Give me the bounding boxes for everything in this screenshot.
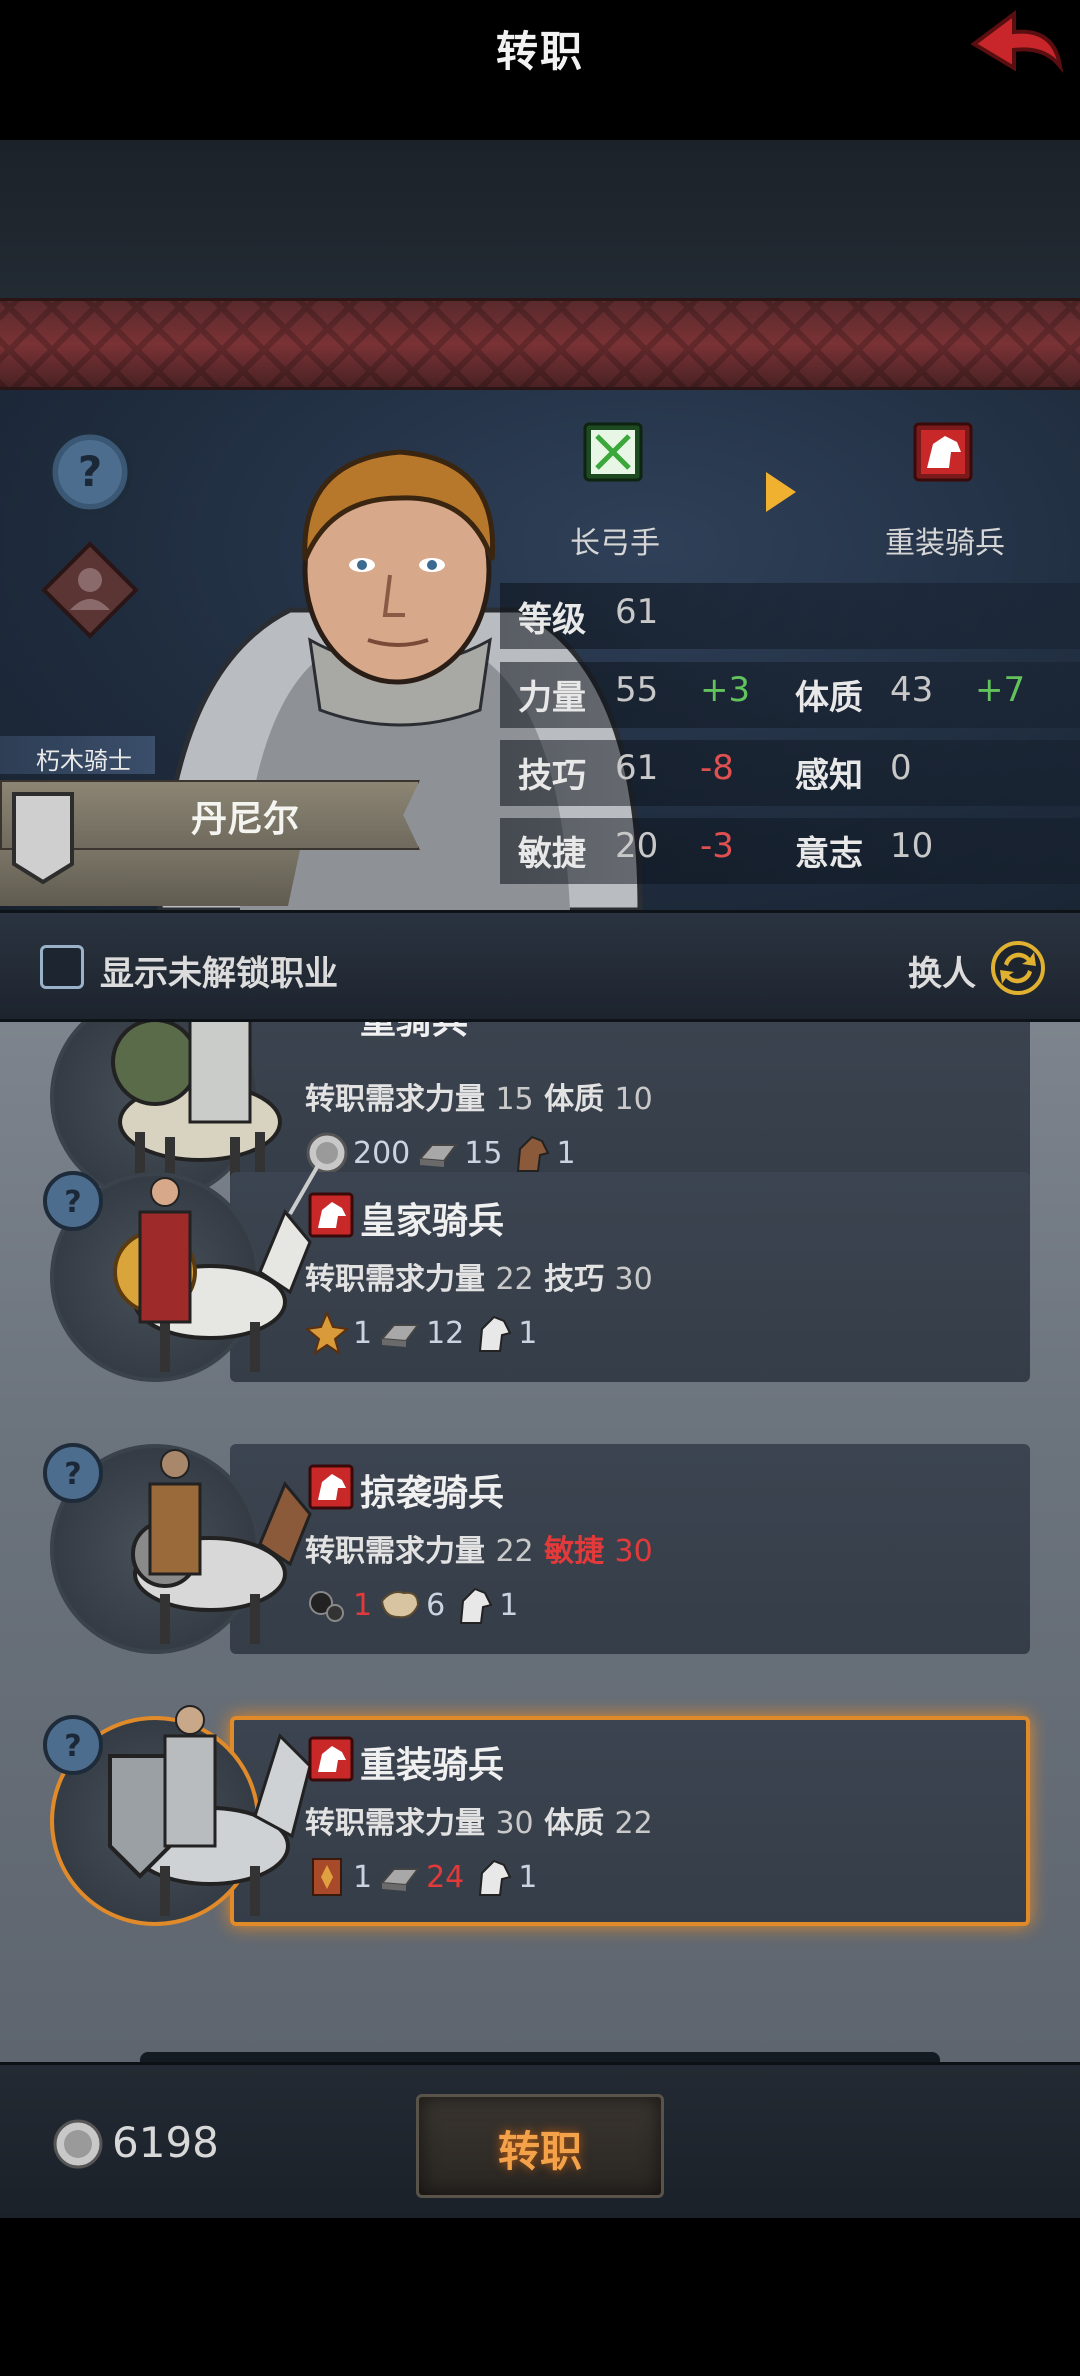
stat-row-skill	[500, 740, 1080, 806]
help-icon[interactable]: ?	[42, 1170, 104, 1232]
agility-delta: -3	[700, 826, 734, 866]
page-title: 转职	[495, 27, 584, 76]
job-card-raider-cavalry[interactable]: ? 掠袭骑兵 转职需求力量 22 敏捷 30 1 6 1	[0, 1434, 1080, 1664]
help-icon[interactable]: ?	[42, 1442, 104, 1504]
target-class-label: 重装骑兵	[885, 526, 1005, 561]
iron-ingot-icon	[380, 1324, 421, 1347]
hero-name: 丹尼尔	[190, 799, 299, 840]
heavy-cavalry-class-icon	[913, 422, 973, 482]
svg-text:?: ?	[78, 447, 102, 496]
level-value: 61	[615, 592, 659, 632]
perception-value: 0	[890, 748, 912, 788]
silver-coin-icon	[53, 2119, 103, 2169]
job-cost: 1 6 1	[305, 1580, 524, 1630]
stat-row-level	[500, 583, 1080, 649]
current-class-label: 长弓手	[570, 526, 660, 561]
swap-hero-label[interactable]: 换人	[908, 946, 976, 995]
agility-label: 敏捷	[518, 834, 586, 874]
job-requirement: 转职需求力量 22 敏捷 30	[305, 1534, 653, 1569]
job-cost: 1 12 1	[305, 1308, 543, 1358]
job-card-royal-cavalry[interactable]: ? 皇家骑兵 转职需求力量 22 技巧 30 1 12 1	[0, 1161, 1080, 1392]
job-name: 重骑兵	[360, 1022, 468, 1044]
constitution-value: 43	[890, 670, 934, 710]
royal-cavalry-unit-art	[113, 1161, 322, 1372]
horse-icon	[460, 1587, 493, 1624]
unmet-requirement-value: 30	[614, 1534, 653, 1569]
stat-row-agility	[500, 818, 1080, 884]
willpower-label: 意志	[795, 834, 863, 874]
level-label: 等级	[518, 600, 586, 640]
raider-cavalry-unit-art	[131, 1449, 312, 1644]
job-class-icon	[308, 1022, 354, 1058]
job-list[interactable]: 重骑兵 转职需求力量 15 体质 10 200 15 1 ?	[0, 1022, 1080, 2062]
bottom-nav-space	[0, 2218, 1080, 2376]
title-banner	[0, 298, 1080, 390]
svg-text:?: ?	[64, 1729, 81, 1764]
job-name: 掠袭骑兵	[360, 1473, 505, 1514]
job-requirement: 转职需求力量 15 体质 10	[305, 1082, 653, 1117]
war-banner-icon	[312, 1858, 342, 1896]
change-class-button-label[interactable]: 转职	[416, 2118, 664, 2179]
skill-delta: -8	[700, 748, 734, 788]
royal-medal-icon	[305, 1311, 349, 1355]
svg-text:?: ?	[64, 1457, 81, 1492]
leather-hide-icon	[381, 1591, 420, 1619]
strength-value: 55	[615, 670, 659, 710]
skill-value: 61	[615, 748, 659, 788]
strength-delta: +3	[700, 670, 751, 710]
horse-icon	[479, 1315, 512, 1352]
svg-text:?: ?	[64, 1185, 81, 1220]
armored-cavalry-unit-art	[108, 1705, 312, 1916]
swap-hero-icon[interactable]	[990, 940, 1046, 996]
show-locked-checkbox[interactable]	[40, 945, 84, 989]
job-requirement: 转职需求力量 30 体质 22	[305, 1806, 653, 1841]
strength-label: 力量	[518, 678, 586, 718]
show-locked-label[interactable]: 显示未解锁职业	[100, 946, 338, 995]
agility-value: 20	[615, 826, 659, 866]
unit-emblem-icon[interactable]	[40, 540, 140, 640]
iron-ingot-icon	[380, 1868, 421, 1891]
list-bottom-edge	[140, 2052, 940, 2062]
job-cost: 1 24 1	[305, 1852, 543, 1902]
job-requirement: 转职需求力量 22 技巧 30	[305, 1262, 653, 1297]
back-arrow-icon[interactable]	[966, 6, 1066, 86]
top-background	[0, 140, 1080, 298]
help-icon[interactable]: ?	[46, 428, 134, 516]
help-icon[interactable]: ?	[42, 1714, 104, 1776]
unmet-requirement-label: 敏捷	[544, 1534, 605, 1569]
job-name: 皇家骑兵	[360, 1201, 505, 1242]
cavalry-class-icon	[308, 1464, 354, 1510]
arrow-right-icon	[766, 472, 796, 512]
job-name: 重装骑兵	[360, 1745, 505, 1786]
iron-balls-icon	[309, 1591, 344, 1622]
job-card-armored-cavalry[interactable]: ? 重装骑兵 转职需求力量 30 体质 22 1 24 1	[0, 1705, 1080, 1936]
willpower-value: 10	[890, 826, 934, 866]
hero-title-tag: 朽木骑士	[0, 736, 155, 775]
shield-badge-icon	[12, 792, 74, 885]
constitution-delta: +7	[975, 670, 1026, 710]
horse-icon	[479, 1859, 512, 1896]
currency-amount: 6198	[112, 2118, 219, 2167]
perception-label: 感知	[795, 756, 863, 796]
cavalry-class-icon	[308, 1192, 354, 1238]
constitution-label: 体质	[795, 678, 863, 718]
cavalry-class-icon	[308, 1736, 354, 1782]
skill-label: 技巧	[518, 756, 586, 796]
longbow-class-icon	[583, 422, 643, 482]
